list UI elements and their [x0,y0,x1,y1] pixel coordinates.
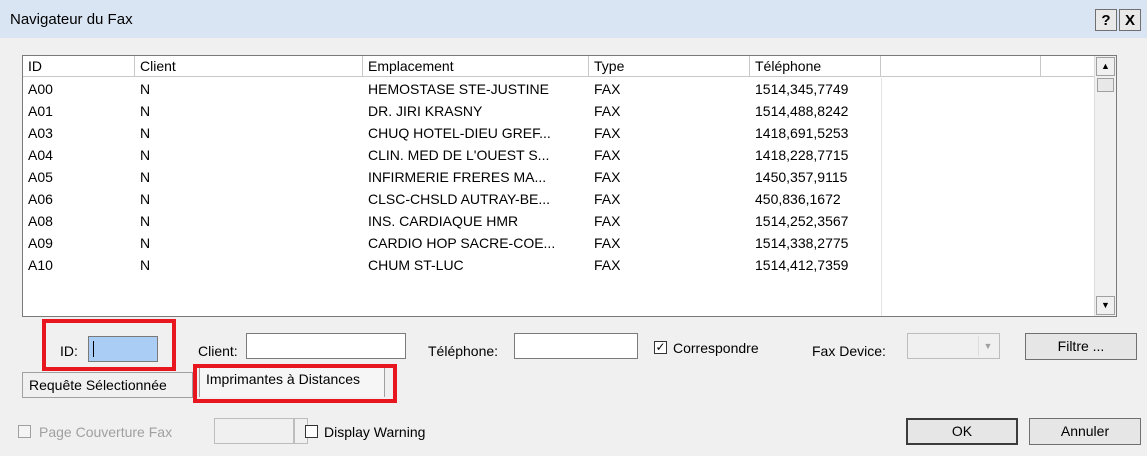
table-cell: N [140,125,151,141]
table-cell: A08 [28,213,53,229]
table-cell: FAX [594,147,621,163]
table-cell: N [140,235,151,251]
table-row[interactable]: A06 N CLSC-CHSLD AUTRAY-BE... FAX 450,836,16… [23,188,1096,210]
table-row[interactable]: A03 N CHUQ HOTEL-DIEU GREF... FAX 1418,691,5… [23,122,1096,144]
table-cell: A01 [28,103,53,119]
table-cell: 1418,691,5253 [755,125,849,141]
table-cell: A04 [28,147,53,163]
table-cell: FAX [594,213,621,229]
table-cell: CLSC-CHSLD AUTRAY-BE... [368,191,551,207]
table-cell: 1418,228,7715 [755,147,849,163]
table-cell: N [140,257,151,273]
table-cell: N [140,147,151,163]
scroll-thumb[interactable] [1097,78,1114,92]
table-cell: A06 [28,191,53,207]
close-button[interactable]: X [1119,9,1141,31]
table-cell: 1514,338,2775 [755,235,849,251]
table-cell: FAX [594,191,621,207]
display-warning-checkbox[interactable] [305,425,318,438]
table-cell: FAX [594,125,621,141]
table-cell: INFIRMERIE FRERES MA... [368,169,547,185]
column-header-id[interactable]: ID [23,56,135,77]
table-row[interactable]: A04 N CLIN. MED DE L'OUEST S... FAX 1418,228… [23,144,1096,166]
dropdown-arrow-icon[interactable]: ▼ [978,336,997,356]
table-cell: DR. JIRI KRASNY [368,103,483,119]
title-bar: Navigateur du Fax ? X [0,0,1147,38]
table-row[interactable]: A08 N INS. CARDIAQUE HMR FAX 1514,252,3567 [23,210,1096,232]
column-header-blank [881,56,1041,77]
filter-button[interactable]: Filtre ... [1025,333,1137,360]
column-header-emplacement[interactable]: Emplacement [363,56,589,77]
fax-device-label: Fax Device: [812,343,886,359]
tab-requete-selectionnee[interactable]: Requête Sélectionnée [22,372,193,398]
table-cell: A05 [28,169,53,185]
table-cell: A10 [28,257,53,273]
table-cell: N [140,191,151,207]
table-cell: HEMOSTASE STE-JUSTINE [368,81,549,97]
table-cell: 1514,252,3567 [755,213,849,229]
table-cell: N [140,169,151,185]
cover-page-checkbox[interactable] [18,425,31,438]
table-cell: CLIN. MED DE L'OUEST S... [368,147,550,163]
highlight-box-tab [193,364,397,403]
column-header-client[interactable]: Client [135,56,363,77]
table-cell: CHUQ HOTEL-DIEU GREF... [368,125,551,141]
table-cell: 450,836,1672 [755,191,841,207]
fax-list-table[interactable]: ID Client Emplacement Type Téléphone A00… [22,55,1117,317]
table-cell: INS. CARDIAQUE HMR [368,213,519,229]
column-header-filler [1041,56,1096,77]
table-cell: N [140,213,151,229]
table-row[interactable]: A05 N INFIRMERIE FRERES MA... FAX 1450,357,9… [23,166,1096,188]
telephone-label: Téléphone: [428,343,499,359]
table-cell: 1514,488,8242 [755,103,849,119]
column-header-type[interactable]: Type [589,56,750,77]
table-cell: CARDIO HOP SACRE-COE... [368,235,556,251]
client-label: Client: [198,343,238,359]
display-warning-label: Display Warning [324,424,426,440]
correspondre-label: Correspondre [673,340,759,356]
table-cell: FAX [594,257,621,273]
table-row[interactable]: A01 N DR. JIRI KRASNY FAX 1514,488,8242 [23,100,1096,122]
cover-page-label: Page Couverture Fax [39,424,173,440]
scroll-up-icon[interactable]: ▲ [1096,57,1115,76]
highlight-box-id [42,319,176,371]
table-cell: 1514,412,7359 [755,257,849,273]
scroll-down-icon[interactable]: ▼ [1096,296,1115,315]
column-header-telephone[interactable]: Téléphone [750,56,881,77]
table-header: ID Client Emplacement Type Téléphone [23,56,1096,78]
table-cell: A03 [28,125,53,141]
fax-device-select[interactable]: ▼ [907,333,1000,359]
table-cell: CHUM ST-LUC [368,257,464,273]
table-cell: A09 [28,235,53,251]
table-cell: N [140,81,151,97]
cancel-button[interactable]: Annuler [1029,418,1141,445]
client-input[interactable] [246,333,406,359]
correspondre-checkbox[interactable]: ✓ [654,341,667,354]
table-cell: FAX [594,235,621,251]
cover-page-select[interactable] [214,418,294,444]
ok-button[interactable]: OK [906,418,1018,445]
table-row[interactable]: A09 N CARDIO HOP SACRE-COE... FAX 1514,338,2… [23,232,1096,254]
table-cell: FAX [594,103,621,119]
help-button[interactable]: ? [1095,9,1117,31]
table-cell: FAX [594,169,621,185]
window-title: Navigateur du Fax [10,11,133,28]
table-cell: 1450,357,9115 [755,169,848,185]
telephone-input[interactable] [514,333,638,359]
table-row[interactable]: A00 N HEMOSTASE STE-JUSTINE FAX 1514,345,774… [23,78,1096,100]
table-cell: FAX [594,81,621,97]
table-cell: A00 [28,81,53,97]
vertical-scrollbar[interactable]: ▲ ▼ [1094,56,1116,316]
table-row[interactable]: A10 N CHUM ST-LUC FAX 1514,412,7359 [23,254,1096,276]
table-cell: 1514,345,7749 [755,81,849,97]
table-cell: N [140,103,151,119]
